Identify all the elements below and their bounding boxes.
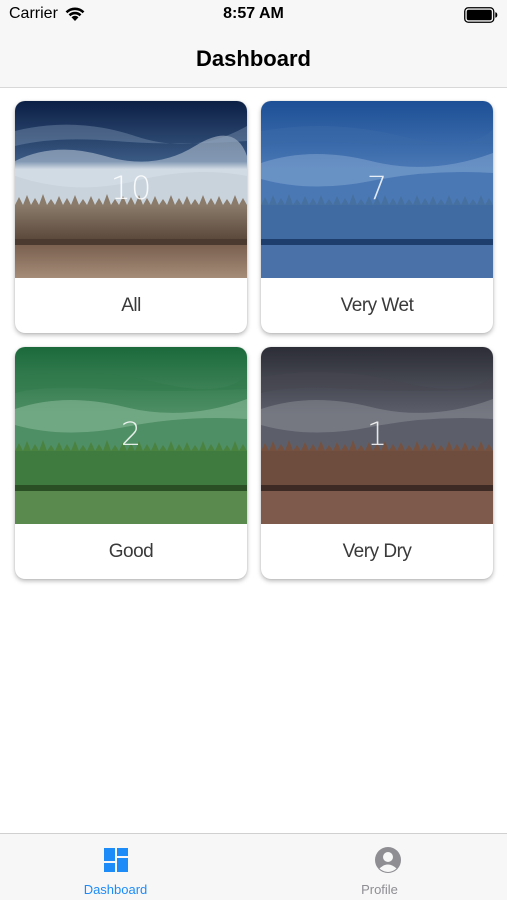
card-image: 1 [261, 347, 493, 524]
status-bar: Carrier 8:57 AM [0, 0, 507, 30]
card-count: 10 [110, 169, 152, 207]
category-card-very-wet[interactable]: 7 Very Wet [261, 101, 493, 333]
card-label: Good [108, 541, 154, 562]
page-title: Dashboard [196, 45, 311, 71]
tab-bar: Dashboard Profile [0, 833, 507, 900]
app-screen: Carrier 8:57 AM Dashboard 10 All 7 Very … [0, 0, 507, 900]
navigation-bar: Dashboard [0, 30, 507, 88]
card-label: Very Wet [340, 295, 414, 316]
category-card-all[interactable]: 10 All [15, 101, 247, 333]
card-label: Very Dry [342, 541, 412, 562]
tab-profile[interactable]: Profile [253, 834, 506, 900]
category-card-good[interactable]: 2 Good [15, 347, 247, 579]
dashboard-icon [103, 848, 128, 872]
card-count: 2 [120, 415, 142, 453]
card-image: 7 [261, 101, 493, 278]
card-image: 2 [15, 347, 247, 524]
card-count: 7 [366, 169, 388, 207]
card-label: All [121, 295, 141, 316]
tab-dashboard[interactable]: Dashboard [0, 834, 253, 900]
status-time: 8:57 AM [223, 5, 284, 22]
tab-label: Dashboard [83, 882, 148, 897]
category-card-very-dry[interactable]: 1 Very Dry [261, 347, 493, 579]
profile-icon [374, 847, 401, 873]
tab-label: Profile [361, 882, 398, 897]
battery-icon [464, 7, 498, 23]
card-count: 1 [366, 415, 388, 453]
card-image: 10 [15, 101, 247, 278]
